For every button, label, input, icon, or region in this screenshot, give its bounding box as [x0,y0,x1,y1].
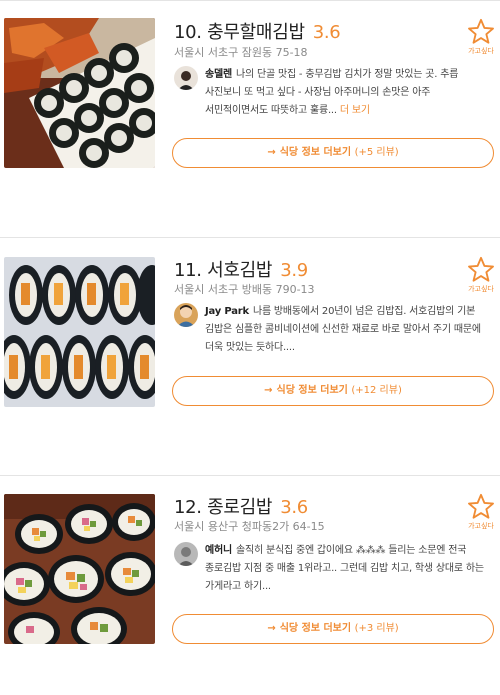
reviewer-name[interactable]: 예허니 [205,545,232,556]
arrow-right-icon: → [264,385,273,396]
arrow-right-icon: → [267,623,276,634]
reviewer-name[interactable]: Jay Park [205,306,249,317]
restaurant-title[interactable]: 10. 충무할매김밥 3.6 [174,18,341,44]
review-snippet: Jay Park 나름 방배동에서 20년이 넘은 김밥집. 서호김밥의 기본 김… [174,303,496,357]
divider [0,475,500,476]
divider [0,0,500,1]
review-snippet: 예허니 솔직히 분식집 중엔 갑이에요 ⁂⁂⁂ 들리는 소문엔 전국 종로김밥 지… [174,542,496,596]
restaurant-info-button[interactable]: → 식당 정보 더보기 (+3 리뷰) [172,614,494,644]
rating-score: 3.6 [312,22,341,43]
restaurant-name[interactable]: 서호김밥 [207,260,272,281]
wishlist-button[interactable]: 가고싶다 [464,493,498,531]
arrow-right-icon: → [267,147,276,158]
star-icon [468,493,494,519]
star-icon [468,18,494,44]
restaurant-address: 서울시 서초구 잠원동 75-18 [174,46,308,59]
restaurant-address: 서울시 서초구 방배동 790-13 [174,283,315,296]
review-snippet: 송델렌 나의 단골 맛집 - 충무김밥 김치가 정말 맛있는 곳. 추릅 사진보니… [174,66,496,120]
avatar[interactable] [174,303,198,327]
divider [0,237,500,238]
read-more-link[interactable]: 더 보기 [340,105,370,116]
avatar[interactable] [174,542,198,566]
wishlist-button[interactable]: 가고싶다 [464,18,498,56]
rating-score: 3.6 [280,497,308,518]
restaurant-photo[interactable] [4,494,155,644]
reviewer-name[interactable]: 송델렌 [205,69,232,80]
restaurant-title[interactable]: 11. 서호김밥 3.9 [174,256,308,282]
wishlist-button[interactable]: 가고싶다 [464,256,498,294]
avatar[interactable] [174,66,198,90]
restaurant-info-button[interactable]: → 식당 정보 더보기 (+5 리뷰) [172,138,494,168]
wishlist-label: 가고싶다 [468,522,494,530]
restaurant-photo[interactable] [4,18,155,168]
restaurant-photo[interactable] [4,257,155,407]
restaurant-name[interactable]: 충무할매김밥 [207,22,305,43]
restaurant-address: 서울시 용산구 청파동2가 64-15 [174,520,325,533]
rating-score: 3.9 [280,260,308,281]
star-icon [468,256,494,282]
wishlist-label: 가고싶다 [468,285,494,293]
restaurant-info-button[interactable]: → 식당 정보 더보기 (+12 리뷰) [172,376,494,406]
review-text: 송델렌 나의 단골 맛집 - 충무김밥 김치가 정말 맛있는 곳. 추릅 사진보니… [205,69,459,116]
review-text: 예허니 솔직히 분식집 중엔 갑이에요 ⁂⁂⁂ 들리는 소문엔 전국 종로김밥 지… [205,545,484,592]
wishlist-label: 가고싶다 [468,47,494,55]
restaurant-name[interactable]: 종로김밥 [207,497,272,518]
restaurant-title[interactable]: 12. 종로김밥 3.6 [174,493,308,519]
review-text: Jay Park 나름 방배동에서 20년이 넘은 김밥집. 서호김밥의 기본 김… [205,306,481,353]
